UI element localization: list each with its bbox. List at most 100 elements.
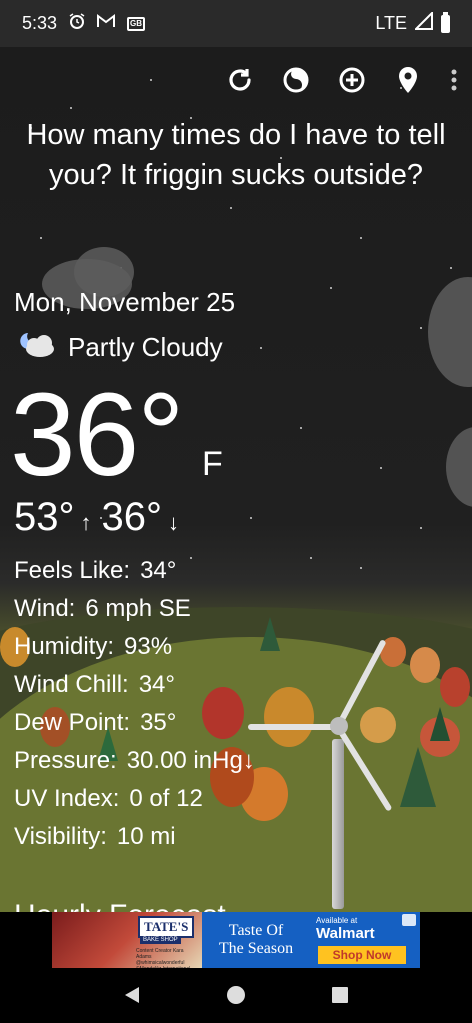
star (70, 107, 72, 109)
detail-row-feels-like: Feels Like: 34° (14, 552, 255, 590)
ad-headline-2: The Season (218, 940, 294, 957)
pine-tree (430, 707, 450, 741)
home-icon (226, 986, 245, 1004)
detail-value: 34° (140, 557, 177, 584)
gb-icon: GB (127, 16, 146, 31)
more-options-button[interactable] (436, 60, 472, 100)
tree (440, 667, 470, 707)
detail-value: 6 mph SE (85, 595, 191, 622)
star (420, 327, 422, 329)
star (250, 517, 252, 519)
condition-row: Partly Cloudy (14, 329, 223, 366)
toolbar (212, 60, 472, 100)
tree (360, 707, 396, 743)
ad-retailer: Available at Walmart Shop Now (310, 912, 420, 968)
detail-label: Humidity: (14, 633, 115, 660)
star (230, 207, 232, 209)
ad-choices-icon[interactable] (402, 914, 416, 926)
ad-banner[interactable]: TATE'S BAKE SHOP Content Creator Kara Ad… (52, 912, 420, 968)
ad-retailer-name: Walmart (316, 925, 375, 942)
date-label: Mon, November 25 (14, 287, 236, 317)
current-temperature: 36° (10, 369, 184, 501)
star (310, 557, 312, 559)
hourly-forecast-heading: Hourly Forecast (14, 899, 226, 912)
status-right: LTE (375, 10, 450, 35)
detail-label: Feels Like: (14, 557, 131, 584)
refresh-button[interactable] (212, 60, 268, 100)
windmill-blade (248, 724, 338, 730)
detail-label: Dew Point: (14, 709, 131, 736)
ad-headline-1: Taste Of (228, 922, 284, 939)
detail-row-wind-chill: Wind Chill: 34° (14, 666, 255, 704)
windmill-tower (332, 739, 344, 909)
add-location-button[interactable] (324, 60, 380, 100)
detail-label: UV Index: (14, 785, 120, 812)
signal-icon (413, 10, 433, 35)
detail-value: 35° (140, 709, 177, 736)
detail-row-humidity: Humidity: 93% (14, 628, 255, 666)
ad-headline: Taste Of The Season (202, 912, 310, 968)
temperature-unit: F (202, 445, 223, 483)
detail-label: Wind: (14, 595, 76, 622)
star (330, 287, 332, 289)
windmill-hub (330, 717, 348, 735)
cloud (428, 277, 472, 387)
ad-available: Available at (316, 916, 358, 925)
detail-row-pressure: Pressure: 30.00 inHg↓ (14, 742, 255, 780)
star (450, 267, 452, 269)
theme-icon (283, 67, 309, 93)
add-location-icon (339, 67, 365, 93)
detail-label: Visibility: (14, 823, 107, 850)
ad-brand-sub: BAKE SHOP (140, 936, 181, 944)
ad-shop-now-button[interactable]: Shop Now (318, 946, 406, 964)
detail-value: 0 of 12 (129, 785, 203, 812)
detail-row-uv-index: UV Index: 0 of 12 (14, 780, 255, 818)
star (380, 467, 382, 469)
recents-icon (332, 987, 349, 1003)
partly-cloudy-night-icon (14, 329, 58, 366)
alarm-icon (69, 13, 85, 34)
pine-tree (260, 617, 280, 651)
high-arrow-icon: ↑ (80, 510, 92, 535)
network-type: LTE (375, 13, 407, 33)
star (360, 567, 362, 569)
detail-row-dew-point: Dew Point: 35° (14, 704, 255, 742)
ad-brand: TATE'S (138, 916, 195, 938)
battery-icon (441, 11, 450, 33)
condition-label: Partly Cloudy (68, 332, 223, 362)
low-temperature: 36° (101, 495, 163, 539)
status-bar: 5:33 GB LTE (0, 0, 472, 47)
star (150, 79, 152, 81)
high-low-row: 53° ↑ 36° ↓ (14, 495, 185, 540)
high-temperature: 53° (14, 495, 75, 539)
ad-fine-print: Content Creator Kara Adams @whimsicalwon… (136, 948, 190, 968)
back-icon (124, 987, 139, 1003)
location-pin-icon (399, 67, 417, 93)
ad-area: TATE'S BAKE SHOP Content Creator Kara Ad… (0, 912, 472, 972)
status-left: 5:33 GB (22, 13, 146, 34)
gmail-icon (97, 14, 116, 33)
detail-value: 10 mi (116, 823, 176, 850)
detail-row-visibility: Visibility: 10 mi (14, 818, 255, 856)
navigation-bar (0, 972, 472, 1023)
detail-value: 93% (124, 633, 173, 660)
detail-value: 30.00 inHg↓ (126, 747, 255, 774)
refresh-icon (229, 69, 251, 91)
home-button[interactable] (226, 985, 246, 1010)
ad-image: TATE'S BAKE SHOP Content Creator Kara Ad… (52, 912, 202, 968)
weather-scene: How many times do I have to tell you? It… (0, 47, 472, 912)
location-button[interactable] (380, 60, 436, 100)
detail-label: Pressure: (14, 747, 117, 774)
low-arrow-icon: ↓ (168, 510, 179, 535)
recents-button[interactable] (331, 986, 349, 1009)
weather-message: How many times do I have to tell you? It… (26, 119, 446, 191)
detail-row-wind: Wind: 6 mph SE (14, 590, 255, 628)
star (420, 527, 422, 529)
more-options-icon (451, 69, 457, 91)
cloud (446, 427, 472, 507)
detail-label: Wind Chill: (14, 671, 129, 698)
back-button[interactable] (123, 985, 141, 1010)
star (300, 427, 302, 429)
theme-button[interactable] (268, 60, 324, 100)
star (260, 347, 262, 349)
